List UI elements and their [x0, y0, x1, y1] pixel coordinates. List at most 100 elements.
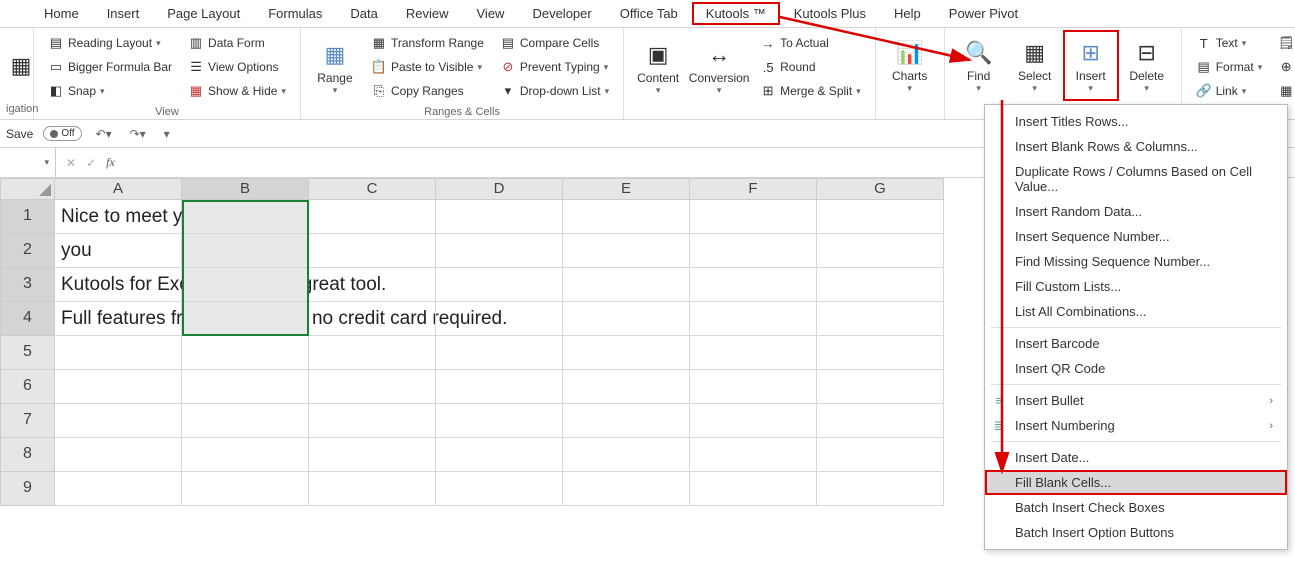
cell-e1[interactable] — [563, 200, 690, 234]
select-all-corner[interactable] — [0, 178, 55, 200]
menu-item-insert-titles-rows[interactable]: Insert Titles Rows... — [985, 109, 1287, 134]
cell-d8[interactable] — [436, 438, 563, 472]
row-header-7[interactable]: 7 — [0, 404, 55, 438]
transform-range-button[interactable]: ▦Transform Range — [367, 32, 488, 54]
cell-d5[interactable] — [436, 336, 563, 370]
dropdown-list-button[interactable]: ▾Drop-down List▾ — [496, 80, 613, 102]
undo-button[interactable]: ↶▾ — [92, 127, 116, 141]
cell-b7[interactable] — [182, 404, 309, 438]
menu-item-insert-sequence-number[interactable]: Insert Sequence Number... — [985, 224, 1287, 249]
tab-data[interactable]: Data — [336, 2, 391, 25]
conversion-button[interactable]: ↔Conversion▾ — [686, 30, 752, 104]
cell-g6[interactable] — [817, 370, 944, 404]
cell-g1[interactable] — [817, 200, 944, 234]
cell-e7[interactable] — [563, 404, 690, 438]
cell-a6[interactable] — [55, 370, 182, 404]
content-button[interactable]: ▣Content▾ — [630, 30, 686, 104]
tab-power-pivot[interactable]: Power Pivot — [935, 2, 1032, 25]
paste-visible-button[interactable]: 📋Paste to Visible▾ — [367, 56, 488, 78]
menu-item-insert-date[interactable]: Insert Date... — [985, 445, 1287, 470]
menu-item-insert-blank-rows-columns[interactable]: Insert Blank Rows & Columns... — [985, 134, 1287, 159]
find-button[interactable]: 🔍Find▾ — [951, 30, 1007, 101]
tab-insert[interactable]: Insert — [93, 2, 154, 25]
cell-b9[interactable] — [182, 472, 309, 506]
operation-button[interactable]: ⊕Operation — [1274, 56, 1295, 78]
cell-b3[interactable] — [182, 268, 309, 302]
tab-review[interactable]: Review — [392, 2, 463, 25]
compare-cells-button[interactable]: ▤Compare Cells — [496, 32, 613, 54]
cell-a4[interactable]: Full features free trial 30-day, no cred… — [55, 302, 182, 336]
col-header-a[interactable]: A — [55, 178, 182, 200]
row-header-4[interactable]: 4 — [0, 302, 55, 336]
cell-e3[interactable] — [563, 268, 690, 302]
tab-view[interactable]: View — [463, 2, 519, 25]
menu-item-insert-qr-code[interactable]: Insert QR Code — [985, 356, 1287, 381]
cell-a7[interactable] — [55, 404, 182, 438]
delete-button[interactable]: ⊟Delete▾ — [1119, 30, 1175, 101]
row-header-1[interactable]: 1 — [0, 200, 55, 234]
cell-e8[interactable] — [563, 438, 690, 472]
cell-f7[interactable] — [690, 404, 817, 438]
data-form-button[interactable]: ▥Data Form — [184, 32, 290, 54]
tab-home[interactable]: Home — [30, 2, 93, 25]
cancel-formula-button[interactable]: ✕ — [66, 156, 76, 170]
col-header-g[interactable]: G — [817, 178, 944, 200]
cell-g7[interactable] — [817, 404, 944, 438]
cell-f6[interactable] — [690, 370, 817, 404]
reading-layout-button[interactable]: ▤Reading Layout▾ — [44, 32, 176, 54]
cell-g9[interactable] — [817, 472, 944, 506]
cell-g4[interactable] — [817, 302, 944, 336]
view-options-button[interactable]: ☰View Options — [184, 56, 290, 78]
menu-item-insert-barcode[interactable]: Insert Barcode — [985, 331, 1287, 356]
col-header-c[interactable]: C — [309, 178, 436, 200]
bigger-formula-bar-button[interactable]: ▭Bigger Formula Bar — [44, 56, 176, 78]
cell-d6[interactable] — [436, 370, 563, 404]
col-header-b[interactable]: B — [182, 178, 309, 200]
name-box[interactable]: ▾ — [0, 148, 56, 177]
to-actual-button[interactable]: →To Actual — [756, 32, 865, 54]
col-header-f[interactable]: F — [690, 178, 817, 200]
cell-f4[interactable] — [690, 302, 817, 336]
redo-button[interactable]: ↷▾ — [126, 127, 150, 141]
cell-b8[interactable] — [182, 438, 309, 472]
link-button[interactable]: 🔗Link▾ — [1192, 80, 1267, 102]
note-button[interactable]: 🗒Note▾ — [1274, 32, 1295, 54]
cell-a5[interactable] — [55, 336, 182, 370]
cell-e6[interactable] — [563, 370, 690, 404]
cell-c7[interactable] — [309, 404, 436, 438]
tab-developer[interactable]: Developer — [518, 2, 605, 25]
cell-e9[interactable] — [563, 472, 690, 506]
cell-f3[interactable] — [690, 268, 817, 302]
cell-d7[interactable] — [436, 404, 563, 438]
menu-item-fill-blank-cells[interactable]: Fill Blank Cells... — [985, 470, 1287, 495]
cell-d1[interactable] — [436, 200, 563, 234]
cell-f5[interactable] — [690, 336, 817, 370]
tab-kutools-plus[interactable]: Kutools Plus — [780, 2, 880, 25]
calculator-button[interactable]: ▦Calculator — [1274, 80, 1295, 102]
cell-d4[interactable] — [436, 302, 563, 336]
charts-button[interactable]: 📊Charts▾ — [882, 30, 938, 101]
row-header-2[interactable]: 2 — [0, 234, 55, 268]
cell-b4[interactable] — [182, 302, 309, 336]
range-button[interactable]: ▦ Range▾ — [307, 30, 363, 104]
cell-a2[interactable]: you — [55, 234, 182, 268]
tab-help[interactable]: Help — [880, 2, 935, 25]
col-header-e[interactable]: E — [563, 178, 690, 200]
row-header-9[interactable]: 9 — [0, 472, 55, 506]
menu-item-batch-insert-check-boxes[interactable]: Batch Insert Check Boxes — [985, 495, 1287, 520]
round-button[interactable]: .5Round — [756, 56, 865, 78]
cell-g3[interactable] — [817, 268, 944, 302]
navigation-button[interactable]: ▦ — [6, 30, 36, 101]
menu-item-list-all-combinations[interactable]: List All Combinations... — [985, 299, 1287, 324]
text-button[interactable]: TText▾ — [1192, 32, 1267, 54]
cell-c1[interactable] — [309, 200, 436, 234]
tab-kutools[interactable]: Kutools ™ — [692, 2, 780, 25]
cell-b5[interactable] — [182, 336, 309, 370]
cell-c2[interactable] — [309, 234, 436, 268]
cell-f8[interactable] — [690, 438, 817, 472]
cell-a8[interactable] — [55, 438, 182, 472]
menu-item-duplicate-rows-columns-based-on-cell-value[interactable]: Duplicate Rows / Columns Based on Cell V… — [985, 159, 1287, 199]
menu-item-insert-random-data[interactable]: Insert Random Data... — [985, 199, 1287, 224]
menu-item-insert-numbering[interactable]: ≣Insert Numbering› — [985, 413, 1287, 438]
cell-c9[interactable] — [309, 472, 436, 506]
